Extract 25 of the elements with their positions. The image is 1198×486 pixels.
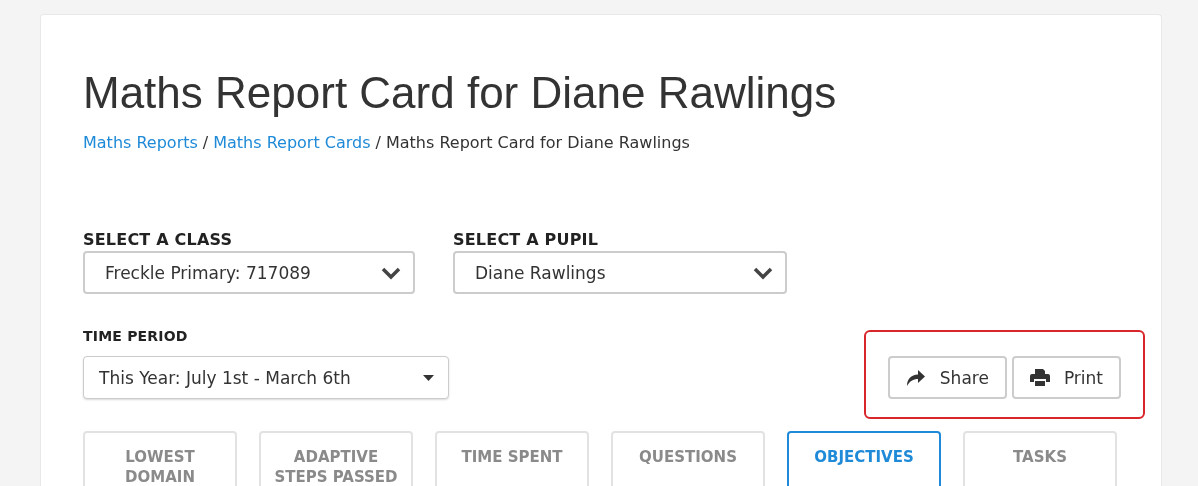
- printer-icon: [1029, 368, 1050, 387]
- tab[interactable]: TASKS: [963, 431, 1117, 486]
- breadcrumb-separator: /: [202, 133, 209, 152]
- select-dropdown[interactable]: Diane Rawlings: [453, 251, 787, 294]
- page-title: Maths Report Card for Diane Rawlings: [83, 67, 838, 119]
- share-icon: [905, 368, 926, 387]
- field-label: TIME PERIOD: [83, 328, 188, 344]
- field-label: SELECT A PUPIL: [453, 230, 599, 249]
- tab[interactable]: QUESTIONS: [611, 431, 765, 486]
- select-dropdown[interactable]: This Year: July 1st - March 6th: [83, 356, 449, 399]
- caret-icon: [423, 374, 434, 381]
- share-button[interactable]: Share: [887, 356, 1007, 399]
- field-label: SELECT A CLASS: [83, 230, 233, 249]
- chevron-down-icon: [753, 265, 773, 280]
- select-dropdown[interactable]: Freckle Primary: 717089: [83, 251, 415, 294]
- tab[interactable]: LOWEST DOMAIN: [83, 431, 237, 486]
- breadcrumb-separator: /: [375, 133, 381, 152]
- tab[interactable]: OBJECTIVES: [787, 431, 941, 486]
- breadcrumb-link[interactable]: Maths Reports: [83, 133, 198, 152]
- print-button[interactable]: Print: [1011, 356, 1121, 399]
- tab[interactable]: TIME SPENT: [435, 431, 589, 486]
- tab[interactable]: ADAPTIVE STEPS PASSED: [259, 431, 413, 486]
- breadcrumb-link[interactable]: Maths Report Cards: [213, 133, 371, 152]
- breadcrumb-current: Maths Report Card for Diane Rawlings: [385, 133, 690, 152]
- chevron-down-icon: [381, 265, 401, 280]
